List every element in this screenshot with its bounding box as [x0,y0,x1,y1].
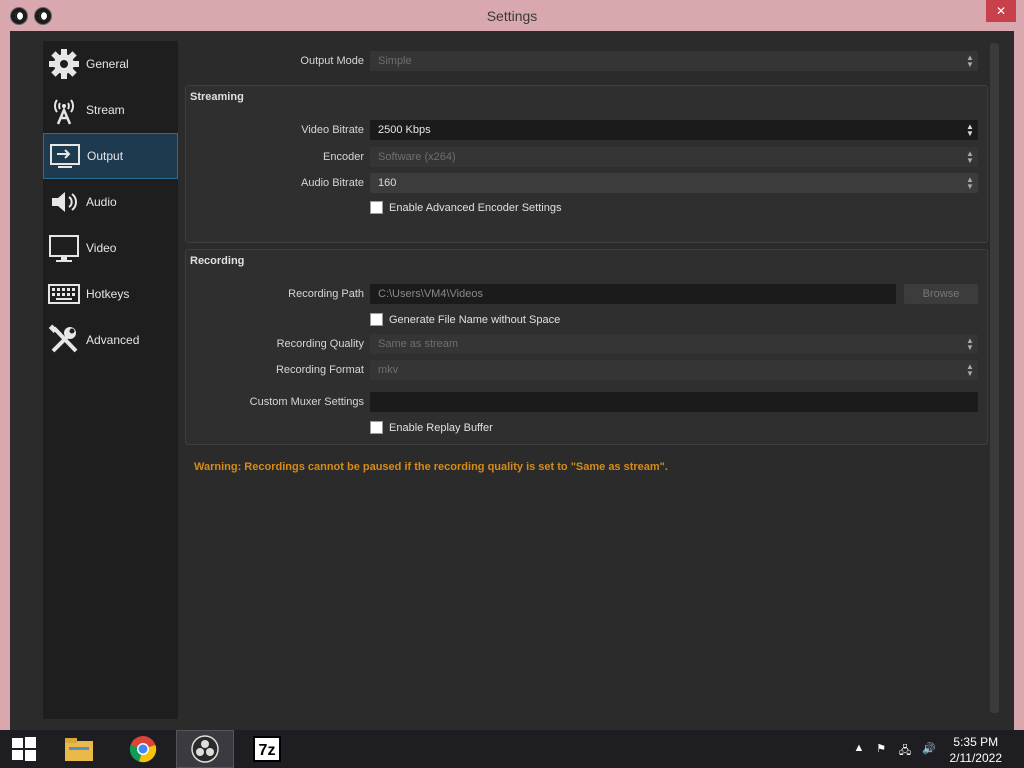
encoder-select[interactable]: Software (x264) ▲ ▼ [370,147,978,167]
tools-icon [46,322,82,358]
spin-arrows-icon: ▲ ▼ [966,149,974,165]
sidebar-item-advanced[interactable]: Advanced [43,317,178,363]
output-mode-select[interactable]: Simple ▲ ▼ [370,51,978,71]
system-clock[interactable]: 5:35 PM 2/11/2022 [950,734,1003,766]
sidebar-item-video[interactable]: Video [43,225,178,271]
recording-format-value: mkv [378,364,399,376]
broadcast-icon [46,92,82,128]
audio-bitrate-value: 160 [378,177,397,189]
chrome-icon [129,736,157,763]
recording-group-title: Recording [190,255,245,267]
output-mode-value: Simple [378,55,412,67]
video-bitrate-value: 2500 Kbps [378,124,431,136]
sidebar-item-general[interactable]: General [43,41,178,87]
recording-format-label: Recording Format [275,364,364,376]
taskbar: 7z ▲ ⚑ 🖧 🔊 5:35 PM 2/11/2022 [0,730,1024,768]
streaming-group-title: Streaming [190,91,244,103]
spin-arrows-icon: ▲ ▼ [966,362,974,378]
audio-bitrate-select[interactable]: 160 ▲ ▼ [370,173,978,193]
recording-format-select[interactable]: mkv ▲ ▼ [370,360,978,380]
settings-sidebar: General Stream Output Audio Video Hotkey… [43,41,178,719]
action-center-flag-icon[interactable]: ⚑ [874,742,888,756]
obs-icon [191,735,219,763]
clock-date: 2/11/2022 [949,751,1003,765]
checkbox-box[interactable] [370,201,383,214]
replay-buffer-label: Enable Replay Buffer [389,421,493,434]
recording-quality-select[interactable]: Same as stream ▲ ▼ [370,334,978,354]
video-bitrate-label: Video Bitrate [301,124,364,136]
taskbar-obs[interactable] [176,730,234,768]
file-explorer-icon [65,738,93,761]
network-icon[interactable]: 🖧 [898,742,912,757]
output-mode-label: Output Mode [300,55,364,67]
no-space-filename-label: Generate File Name without Space [389,313,561,326]
taskbar-chrome[interactable] [114,730,172,768]
close-button[interactable]: ✕ [986,0,1016,22]
clock-time: 5:35 PM [953,735,999,749]
sidebar-item-label: Audio [86,195,117,209]
encoder-label: Encoder [323,151,364,163]
output-settings-panel: Output Mode Simple ▲ ▼ Streaming Video Bi… [184,41,988,719]
recording-quality-label: Recording Quality [276,338,364,350]
recording-path-label: Recording Path [288,288,364,300]
title-bar[interactable]: Settings ✕ [0,0,1024,31]
taskbar-file-explorer[interactable] [50,730,108,768]
advanced-encoder-checkbox[interactable]: Enable Advanced Encoder Settings [370,201,561,214]
recording-quality-value: Same as stream [378,338,459,350]
speaker-icon [46,184,82,220]
spin-arrows-icon: ▲ ▼ [966,53,974,69]
start-button[interactable] [0,730,48,768]
sidebar-item-hotkeys[interactable]: Hotkeys [43,271,178,317]
windows-logo-icon [12,737,36,761]
recording-path-input[interactable]: C:\Users\VM4\Videos [370,284,896,304]
custom-muxer-input[interactable] [370,392,978,412]
taskbar-7zip[interactable]: 7z [238,730,296,768]
sidebar-item-output[interactable]: Output [43,133,178,179]
sidebar-item-audio[interactable]: Audio [43,179,178,225]
checkbox-box[interactable] [370,313,383,326]
output-icon [47,138,83,174]
7zip-icon: 7z [253,736,281,762]
keyboard-icon [46,276,82,312]
sidebar-item-label: Hotkeys [86,287,130,301]
spin-arrows-icon: ▲ ▼ [966,175,974,191]
spin-arrows-icon: ▲ ▼ [966,336,974,352]
sidebar-item-label: Advanced [86,333,140,347]
sidebar-item-label: Video [86,241,117,255]
sidebar-item-stream[interactable]: Stream [43,87,178,133]
monitor-icon [46,230,82,266]
tray-expand-icon[interactable]: ▲ [852,742,866,756]
replay-buffer-checkbox[interactable]: Enable Replay Buffer [370,421,493,434]
volume-icon[interactable]: 🔊 [922,742,936,756]
spinner-arrows-icon[interactable]: ▲ ▼ [964,123,976,138]
checkbox-box[interactable] [370,421,383,434]
audio-bitrate-label: Audio Bitrate [301,177,364,189]
settings-client: General Stream Output Audio Video Hotkey… [10,31,1014,742]
video-bitrate-input[interactable]: 2500 Kbps ▲ ▼ [370,120,978,140]
browse-button[interactable]: Browse [904,284,978,304]
settings-window: Settings ✕ General Stream Output Audio V… [0,0,1024,742]
no-space-filename-checkbox[interactable]: Generate File Name without Space [370,313,560,326]
custom-muxer-label: Custom Muxer Settings [249,396,364,408]
sidebar-item-label: Stream [86,103,125,117]
sidebar-item-label: General [86,57,129,71]
recording-warning: Warning: Recordings cannot be paused if … [194,461,668,473]
advanced-encoder-label: Enable Advanced Encoder Settings [389,201,562,214]
window-title: Settings [486,8,538,24]
sidebar-item-label: Output [87,149,124,163]
gear-icon [46,46,82,82]
encoder-value: Software (x264) [378,151,456,163]
settings-scrollbar[interactable] [990,43,999,713]
